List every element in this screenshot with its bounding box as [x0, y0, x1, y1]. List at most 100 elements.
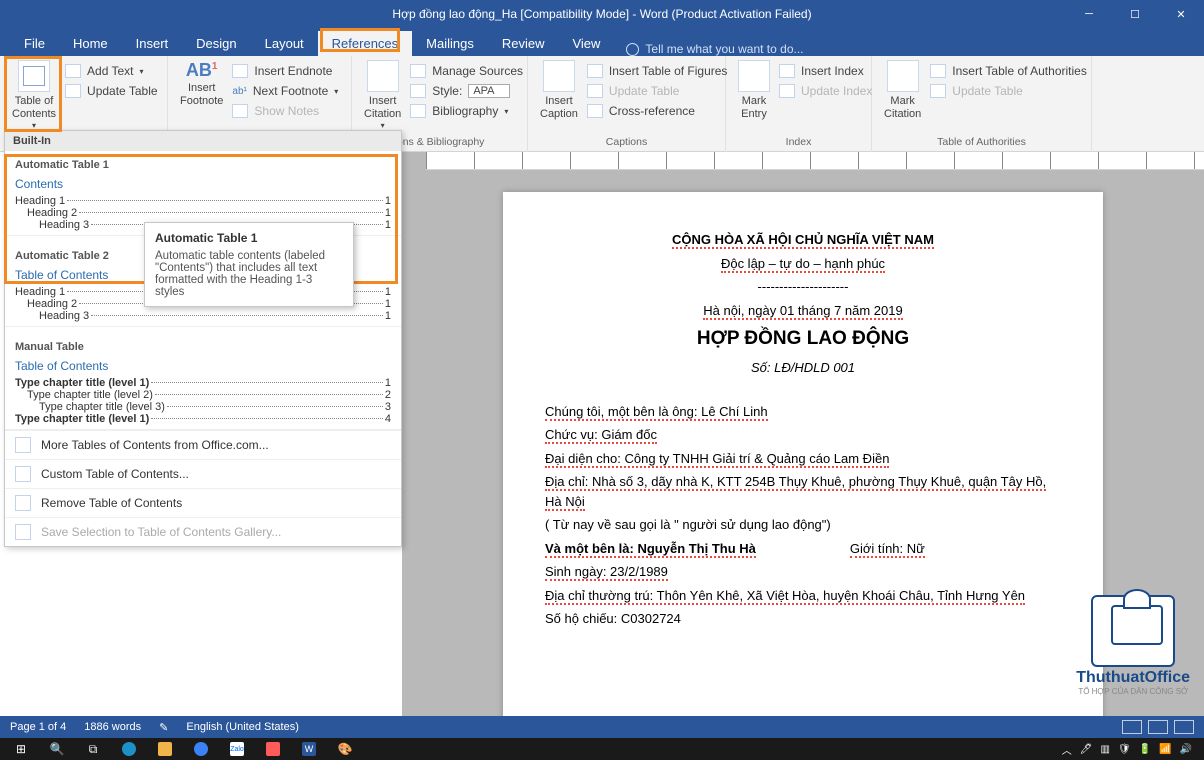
show-notes-button[interactable]: Show Notes — [229, 102, 341, 120]
read-mode-button[interactable] — [1122, 720, 1142, 734]
custom-toc-menuitem[interactable]: Custom Table of Contents... — [5, 459, 401, 488]
task-view-button[interactable]: ⧉ — [76, 738, 110, 760]
start-button[interactable]: ⊞ — [4, 738, 38, 760]
mark-entry-button[interactable]: Mark Entry — [734, 58, 774, 123]
app-icon[interactable] — [256, 738, 290, 760]
word-icon[interactable]: W — [292, 738, 326, 760]
gallery-item-manual[interactable]: Manual Table Table of Contents Type chap… — [5, 333, 401, 430]
tab-home[interactable]: Home — [59, 31, 122, 56]
language-status[interactable]: English (United States) — [186, 721, 299, 733]
system-tray[interactable]: ︿ 🖊 ▥ 🛡 🔋 📶 🔊 — [1062, 742, 1200, 757]
close-button[interactable]: ✕ — [1158, 0, 1204, 28]
cross-ref-icon — [587, 104, 603, 118]
insert-endnote-button[interactable]: Insert Endnote — [229, 62, 341, 80]
edge-icon[interactable] — [112, 738, 146, 760]
document-page[interactable]: CỘNG HÒA XÃ HỘI CHỦ NGHĨA VIỆT NAM Độc l… — [503, 192, 1103, 732]
doc-heading: HỢP ĐỒNG LAO ĐỘNG — [545, 328, 1061, 350]
next-footnote-button[interactable]: ab¹Next Footnote ▾ — [229, 82, 341, 100]
more-toc-menuitem[interactable]: More Tables of Contents from Office.com.… — [5, 430, 401, 459]
app-icon[interactable] — [184, 738, 218, 760]
tray-icon[interactable]: ▥ — [1100, 744, 1109, 755]
endnote-icon — [232, 64, 248, 78]
chevron-down-icon: ▾ — [504, 107, 508, 116]
toa-icon — [930, 64, 946, 78]
print-layout-button[interactable] — [1148, 720, 1168, 734]
bibliography-button[interactable]: Bibliography ▾ — [407, 102, 526, 120]
remove-toc-menuitem[interactable]: Remove Table of Contents — [5, 488, 401, 517]
tab-insert[interactable]: Insert — [122, 31, 183, 56]
volume-icon[interactable]: 🔊 — [1180, 744, 1192, 755]
tell-me-search[interactable]: Tell me what you want to do... — [626, 42, 803, 56]
add-text-icon — [65, 64, 81, 78]
maximize-button[interactable]: ☐ — [1112, 0, 1158, 28]
zalo-icon[interactable]: Zalo — [220, 738, 254, 760]
proofing-icon[interactable]: ✎ — [159, 721, 168, 734]
mark-citation-button[interactable]: Mark Citation — [880, 58, 925, 123]
toc-gallery: Built-In Automatic Table 1 Contents Head… — [4, 130, 402, 547]
insert-table-of-figures-button[interactable]: Insert Table of Figures — [584, 62, 731, 80]
tab-references[interactable]: References — [318, 31, 412, 56]
insert-toa-button[interactable]: Insert Table of Authorities — [927, 62, 1090, 80]
save-selection-menuitem: Save Selection to Table of Contents Gall… — [5, 517, 401, 546]
citation-icon — [367, 60, 399, 92]
title-bar: Hợp đồng lao động_Ha [Compatibility Mode… — [0, 0, 1204, 28]
group-label: Table of Authorities — [880, 136, 1083, 150]
tray-icon[interactable]: 🖊 — [1080, 744, 1093, 755]
tray-icon[interactable]: 🛡 — [1118, 744, 1131, 755]
battery-icon[interactable]: 🔋 — [1139, 744, 1151, 755]
explorer-icon[interactable] — [148, 738, 182, 760]
insert-footnote-button[interactable]: AB1 Insert Footnote — [176, 58, 227, 120]
wifi-icon[interactable]: 📶 — [1159, 744, 1171, 755]
tab-design[interactable]: Design — [182, 31, 250, 56]
word-count[interactable]: 1886 words — [84, 721, 141, 733]
chevron-up-icon[interactable]: ︿ — [1062, 742, 1072, 757]
mark-citation-icon — [887, 60, 919, 92]
window-controls: ─ ☐ ✕ — [1066, 0, 1204, 28]
watermark-brand: ThuthuatOffice TỔ HỢP CỦA DÂN CÔNG SỞ — [1076, 595, 1190, 696]
show-notes-icon — [232, 104, 248, 118]
update-icon — [65, 84, 81, 98]
manage-sources-button[interactable]: Manage Sources — [407, 62, 526, 80]
mark-entry-icon — [738, 60, 770, 92]
lightbulb-icon — [626, 43, 639, 56]
ribbon-tabs: File Home Insert Design Layout Reference… — [0, 28, 1204, 56]
cross-reference-button[interactable]: Cross-reference — [584, 102, 731, 120]
horizontal-ruler[interactable] — [426, 152, 1204, 170]
group-label: Index — [734, 136, 863, 150]
remove-toc-icon — [15, 495, 31, 511]
custom-toc-icon — [15, 466, 31, 482]
tab-file[interactable]: File — [10, 31, 59, 56]
page-count[interactable]: Page 1 of 4 — [10, 721, 66, 733]
office-icon — [15, 437, 31, 453]
search-button[interactable]: 🔍 — [40, 738, 74, 760]
tof-icon — [587, 64, 603, 78]
tab-view[interactable]: View — [558, 31, 614, 56]
add-text-button[interactable]: Add Text ▾ — [62, 62, 161, 80]
toc-icon — [18, 60, 50, 92]
next-footnote-icon: ab¹ — [232, 86, 246, 97]
update-table-button[interactable]: Update Table — [62, 82, 161, 100]
tooltip-body: Automatic table contents (labeled "Conte… — [155, 250, 343, 298]
update-icon — [930, 84, 946, 98]
brand-logo-icon — [1091, 595, 1175, 667]
insert-index-button[interactable]: Insert Index — [776, 62, 875, 80]
paint-icon[interactable]: 🎨 — [328, 738, 362, 760]
chevron-down-icon: ▾ — [334, 87, 338, 96]
tab-layout[interactable]: Layout — [251, 31, 318, 56]
update-icon — [779, 84, 795, 98]
table-of-contents-button[interactable]: Table of Contents ▾ — [8, 58, 60, 133]
style-select[interactable]: Style: APA — [407, 82, 526, 100]
web-layout-button[interactable] — [1174, 720, 1194, 734]
insert-citation-button[interactable]: Insert Citation ▾ — [360, 58, 405, 133]
insert-caption-button[interactable]: Insert Caption — [536, 58, 582, 123]
windows-taskbar: ⊞ 🔍 ⧉ Zalo W 🎨 ︿ 🖊 ▥ 🛡 🔋 📶 🔊 — [0, 738, 1204, 760]
minimize-button[interactable]: ─ — [1066, 0, 1112, 28]
update-table-captions-button[interactable]: Update Table — [584, 82, 731, 100]
tab-mailings[interactable]: Mailings — [412, 31, 488, 56]
save-gallery-icon — [15, 524, 31, 540]
update-toa-button[interactable]: Update Table — [927, 82, 1090, 100]
window-title: Hợp đồng lao động_Ha [Compatibility Mode… — [392, 7, 811, 21]
update-index-button[interactable]: Update Index — [776, 82, 875, 100]
group-label: Captions — [536, 136, 717, 150]
tab-review[interactable]: Review — [488, 31, 559, 56]
